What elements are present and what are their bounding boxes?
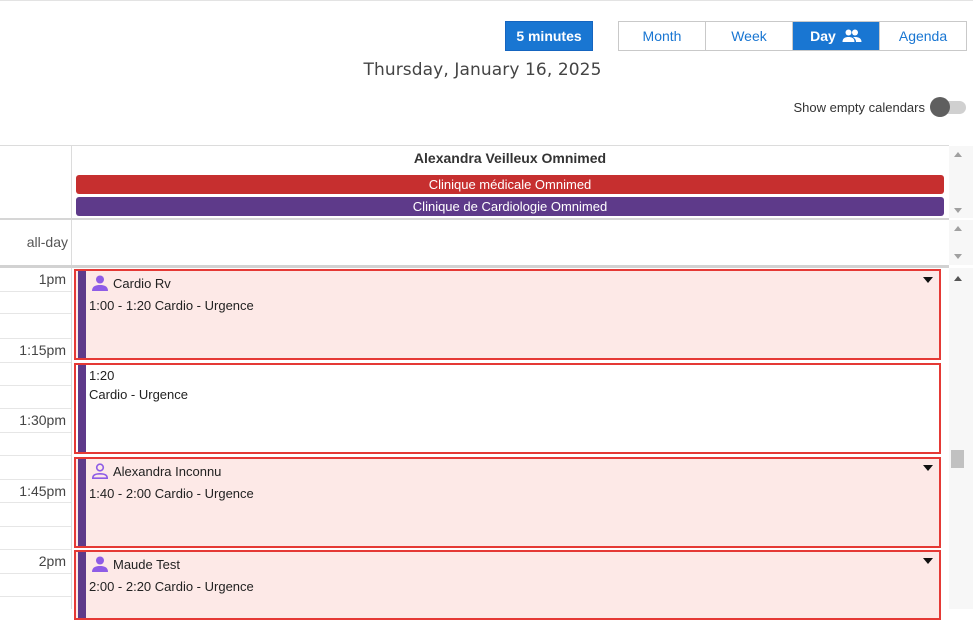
time-gutter-border [71,145,72,609]
show-empty-calendars-toggle[interactable] [930,97,967,117]
people-icon [842,29,862,43]
time-label-1-45pm: 1:45pm [19,483,66,499]
event-menu-caret-icon[interactable] [923,277,933,283]
event-patient-name: Cardio Rv [113,275,171,291]
event-alexandra-inconnu[interactable]: Alexandra Inconnu 1:40 - 2:00 Cardio - U… [74,457,941,548]
event-detail: 2:00 - 2:20 Cardio - Urgence [89,579,254,594]
calendar-color-stripe [78,459,86,546]
month-view-label: Month [642,28,682,44]
calendar-clinique-cardiologie[interactable]: Clinique de Cardiologie Omnimed [76,197,944,216]
time-label-2pm: 2pm [38,553,66,569]
event-maude-test[interactable]: Maude Test 2:00 - 2:20 Cardio - Urgence [74,550,941,620]
slot-line [0,573,71,574]
event-time: 1:20 [89,368,115,383]
agenda-view-label: Agenda [898,28,948,44]
slot-line [0,338,71,339]
event-detail: Cardio - Urgence [89,387,188,402]
time-label-1-30pm: 1:30pm [19,412,66,428]
slot-line [0,408,71,409]
calendar-clinique-medicale[interactable]: Clinique médicale Omnimed [76,175,944,194]
allday-scroll-down-arrow[interactable] [954,254,962,259]
slot-line [0,596,71,597]
month-view-button[interactable]: Month [619,22,706,50]
allday-scroll-up-arrow[interactable] [954,226,962,231]
slot-line [0,479,71,480]
event-title: Cardio Rv [91,275,171,291]
event-title: Alexandra Inconnu [91,463,221,479]
time-label-1pm: 1pm [38,271,66,287]
header-top-border [0,145,949,146]
top-divider [0,0,973,1]
time-grid-scrollbar[interactable] [949,268,973,609]
allday-label: all-day [26,234,68,250]
event-menu-caret-icon[interactable] [923,558,933,564]
slot-line [0,313,71,314]
event-patient-name: Alexandra Inconnu [113,463,222,479]
slot-line [0,549,71,550]
day-view-button[interactable]: Day [793,22,880,50]
view-switcher: Month Week Day Agenda [618,21,967,51]
header-scroll-down-arrow[interactable] [954,208,962,213]
event-patient-name: Maude Test [113,556,180,572]
calendar-color-stripe [78,271,86,358]
resource-name: Alexandra Veilleux Omnimed [413,150,607,166]
allday-top-border [0,218,949,220]
event-cardio-rv[interactable]: Cardio Rv 1:00 - 1:20 Cardio - Urgence [74,269,941,360]
week-view-button[interactable]: Week [706,22,793,50]
show-empty-calendars-label: Show empty calendars [793,99,925,115]
time-grid-scroll-thumb[interactable] [951,450,964,468]
slot-line [0,385,71,386]
week-view-label: Week [731,28,767,44]
time-label-1-15pm: 1:15pm [19,342,66,358]
slot-line [0,362,71,363]
interval-button[interactable]: 5 minutes [505,21,593,51]
person-filled-icon [91,556,109,572]
calendar-color-stripe [78,365,86,452]
event-detail: 1:40 - 2:00 Cardio - Urgence [89,486,254,501]
agenda-view-button[interactable]: Agenda [880,22,966,50]
slot-line [0,291,71,292]
event-menu-caret-icon[interactable] [923,465,933,471]
header-scroll-up-arrow[interactable] [954,152,962,157]
person-filled-icon [91,275,109,291]
person-outline-icon [91,463,109,479]
slot-line [0,455,71,456]
slot-line [0,502,71,503]
date-title: Thursday, January 16, 2025 [363,60,602,80]
toggle-knob [930,97,950,117]
slot-line [0,432,71,433]
time-grid-top-border [0,265,949,268]
slot-line [0,526,71,527]
event-title: Maude Test [91,556,180,572]
event-detail: 1:00 - 1:20 Cardio - Urgence [89,298,254,313]
time-grid-scroll-up-arrow[interactable] [954,276,962,281]
calendar-color-stripe [78,552,86,618]
event-open-slot[interactable]: 1:20 Cardio - Urgence [74,363,941,454]
show-empty-calendars-control: Show empty calendars [793,97,967,117]
day-view-label: Day [810,28,836,44]
